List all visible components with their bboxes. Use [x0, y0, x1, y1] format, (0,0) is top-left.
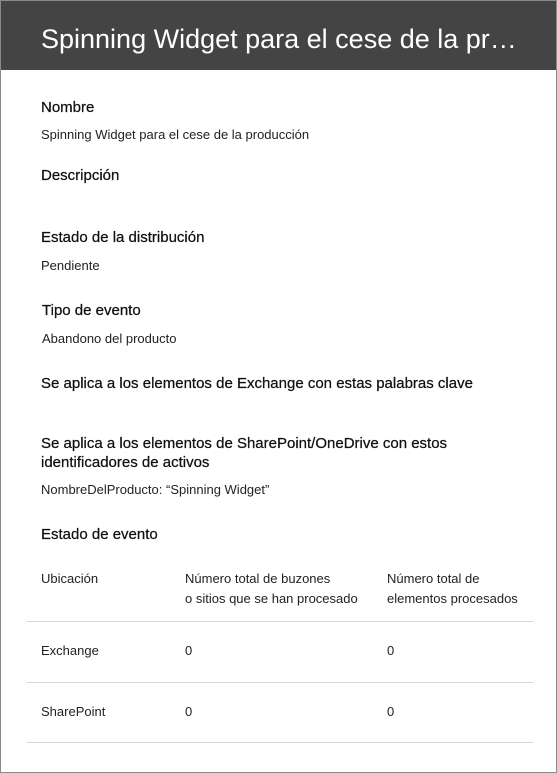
estado-distribucion-value: Pendiente [41, 258, 100, 273]
column-header-buzones-line1: Número total de buzones [185, 571, 331, 586]
nombre-label: Nombre [41, 99, 95, 116]
sharepoint-identifiers-label-line2: identificadores de activos [41, 454, 210, 471]
estado-evento-label: Estado de evento [41, 526, 158, 543]
column-header-buzones-line2: o sitios que se han procesado [185, 591, 358, 606]
table-row: SharePoint 0 0 [27, 682, 533, 743]
cell-elementos: 0 [387, 704, 395, 719]
tipo-evento-label: Tipo de evento [42, 302, 141, 319]
exchange-keywords-label: Se aplica a los elementos de Exchange co… [41, 375, 473, 392]
cell-buzones: 0 [185, 643, 193, 658]
column-header-elementos-line2: elementos procesados [387, 591, 518, 606]
tipo-evento-value: Abandono del producto [42, 331, 177, 346]
estado-distribucion-label: Estado de la distribución [41, 229, 205, 246]
sharepoint-identifiers-value: NombreDelProducto: “Spinning Widget” [41, 482, 270, 497]
sharepoint-identifiers-label-line1: Se aplica a los elementos de SharePoint/… [41, 435, 448, 452]
panel-title: Spinning Widget para el cese de la produ… [41, 24, 521, 54]
cell-ubicacion: SharePoint [41, 704, 106, 719]
table-row: Exchange 0 0 [27, 621, 533, 682]
panel-header: Spinning Widget para el cese de la produ… [1, 1, 556, 70]
column-header-ubicacion: Ubicación [41, 571, 99, 586]
nombre-value: Spinning Widget para el cese de la produ… [41, 127, 310, 142]
event-details-panel: Spinning Widget para el cese de la produ… [0, 0, 557, 773]
column-header-elementos-line1: Número total de [387, 571, 480, 586]
descripcion-label: Descripción [41, 167, 120, 184]
cell-buzones: 0 [185, 704, 193, 719]
cell-elementos: 0 [387, 643, 395, 658]
cell-ubicacion: Exchange [41, 643, 99, 658]
table-bottom-divider [27, 742, 533, 743]
